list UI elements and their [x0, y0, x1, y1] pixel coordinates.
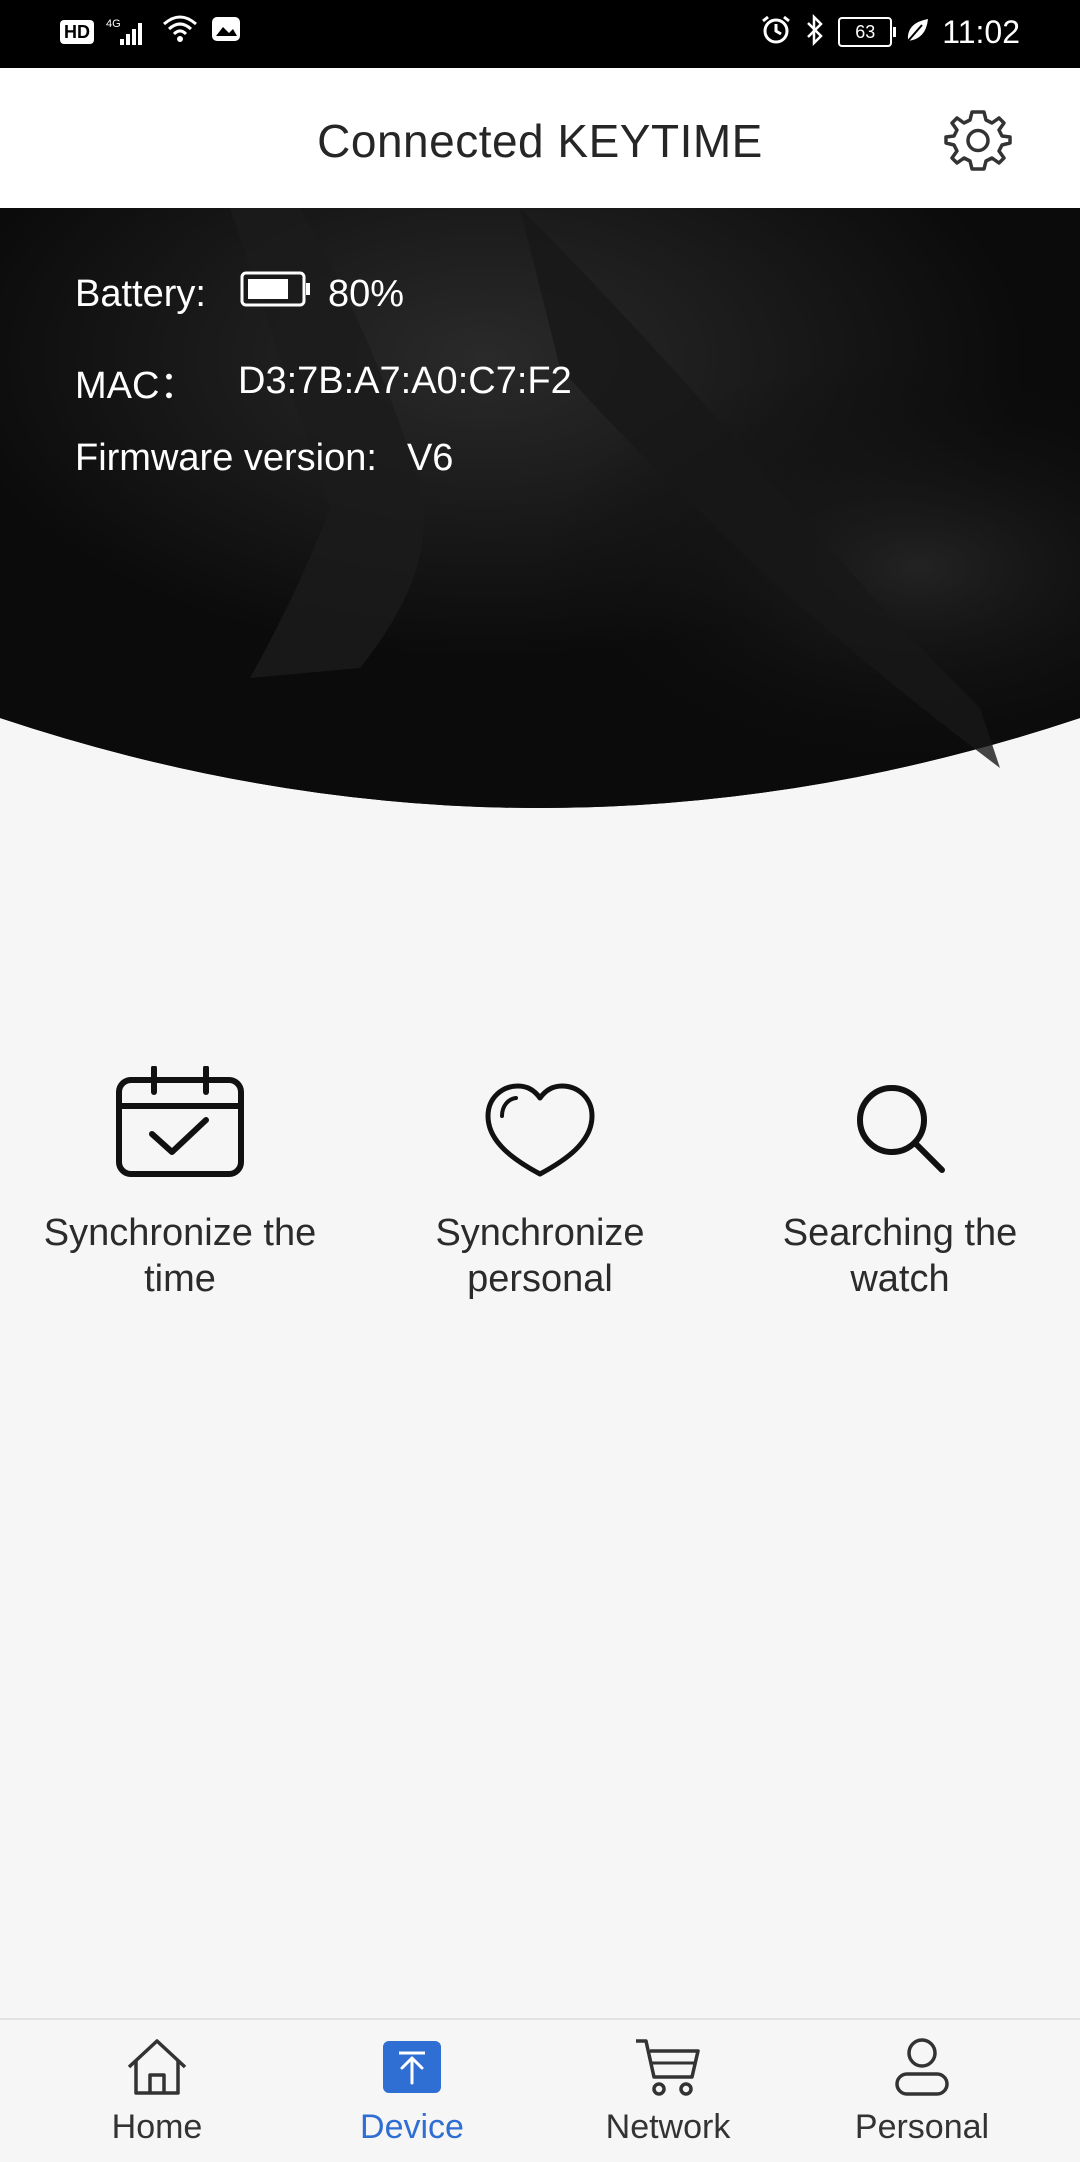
leaf-icon	[904, 15, 930, 50]
firmware-row: Firmware version: V6	[75, 437, 453, 480]
sync-time-label: Synchronize the time	[43, 1212, 317, 1300]
search-icon	[857, 1085, 945, 1173]
tab-home-label: Home	[111, 2108, 203, 2146]
tab-home[interactable]: Home	[47, 2034, 267, 2147]
mac-label: MAC：	[75, 365, 198, 407]
alarm-icon	[760, 14, 792, 51]
home-icon	[127, 2039, 187, 2095]
device-info-banner: Battery: 80% MAC： D3:7B:A7:A0:C7:F2 Firm…	[0, 208, 1080, 810]
bottom-nav: Home Device Network Personal	[0, 2018, 1080, 2162]
tab-network[interactable]: Network	[558, 2034, 778, 2147]
sync-time-button[interactable]: Synchronize the time	[10, 1050, 350, 1302]
battery-value: 80%	[327, 272, 405, 315]
settings-button[interactable]	[942, 104, 1014, 176]
calendar-check-icon	[116, 1066, 244, 1177]
heart-icon	[485, 1083, 595, 1177]
bluetooth-icon	[804, 13, 826, 51]
sync-personal-button[interactable]: Synchronize personal	[370, 1050, 710, 1302]
firmware-label: Firmware version:	[75, 437, 377, 479]
device-upload-icon	[383, 2041, 441, 2093]
cart-icon	[636, 2039, 700, 2096]
app-header: Connected KEYTIME	[0, 68, 1080, 208]
hd-badge: HD	[60, 19, 94, 44]
gallery-icon	[210, 14, 242, 49]
tab-personal[interactable]: Personal	[812, 2034, 1032, 2147]
battery-label: Battery:	[75, 272, 206, 315]
search-watch-label: Searching the watch	[782, 1212, 1018, 1300]
tab-network-label: Network	[605, 2108, 731, 2146]
battery-row: Battery: 80%	[75, 270, 404, 318]
page-title: Connected KEYTIME	[317, 115, 763, 167]
gear-icon	[944, 110, 1012, 171]
network-type: 4G	[106, 18, 121, 30]
wifi-icon	[162, 14, 198, 49]
signal-icon: 4G	[106, 17, 150, 47]
status-battery: 63	[838, 17, 897, 47]
battery-icon	[240, 270, 312, 318]
firmware-value: V6	[406, 437, 454, 479]
search-watch-button[interactable]: Searching the watch	[730, 1050, 1070, 1302]
status-bar: HD 4G 63 11:02	[0, 0, 1080, 68]
mac-row: MAC： D3:7B:A7:A0:C7:F2	[75, 354, 572, 409]
tab-device[interactable]: Device	[302, 2034, 522, 2147]
person-icon	[895, 2038, 949, 2096]
mac-value: D3:7B:A7:A0:C7:F2	[238, 360, 572, 402]
tab-device-label: Device	[360, 2108, 464, 2146]
tab-personal-label: Personal	[854, 2108, 990, 2146]
status-time: 11:02	[942, 14, 1020, 50]
sync-personal-label: Synchronize personal	[435, 1212, 645, 1300]
device-actions: Synchronize the time Synchronize persona…	[0, 1050, 1080, 1330]
